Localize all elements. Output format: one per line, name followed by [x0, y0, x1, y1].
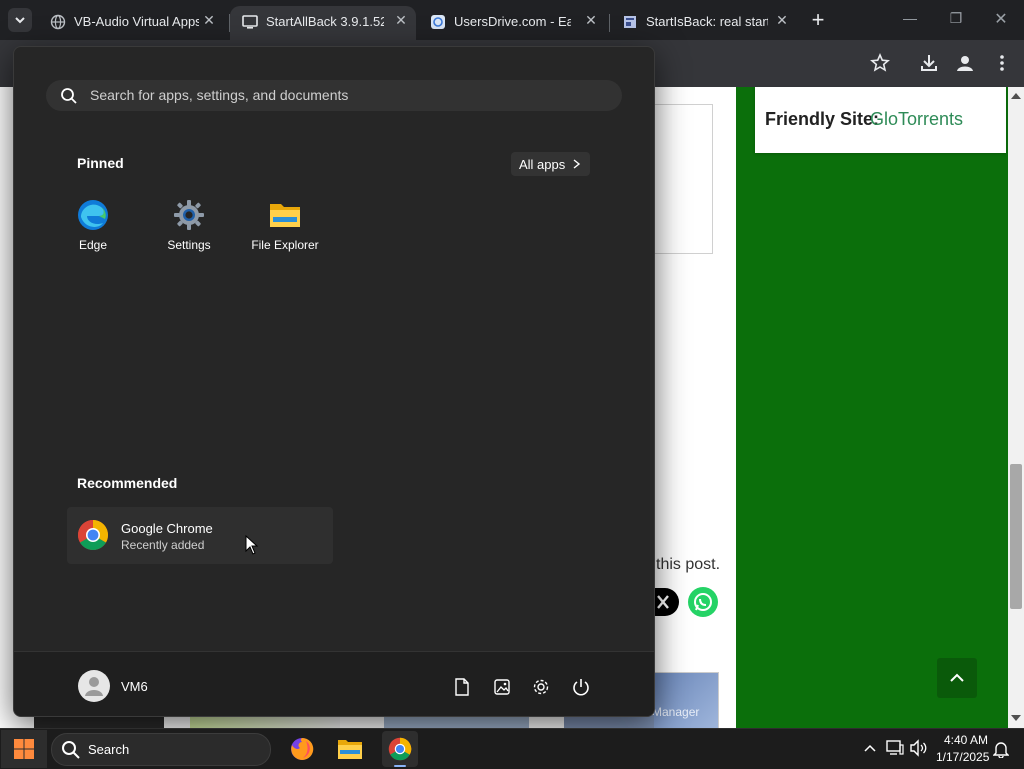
friendly-site-label: Friendly Site:: [765, 109, 880, 129]
folder-icon: [270, 204, 300, 227]
scrollbar-thumb[interactable]: [1010, 464, 1022, 609]
user-icon: [85, 677, 103, 696]
tab-vb-audio[interactable]: VB-Audio Virtual Apps ✕: [38, 6, 228, 40]
friendly-site-link[interactable]: GloTorrents: [870, 109, 963, 130]
maximize-button[interactable]: ❐: [942, 10, 970, 30]
chevron-down-icon: [15, 17, 25, 24]
user-name: VM6: [121, 679, 148, 694]
settings-gear-icon[interactable]: [532, 678, 550, 696]
taskbar-file-explorer[interactable]: [332, 731, 368, 767]
whatsapp-share-button[interactable]: [688, 587, 718, 617]
close-icon[interactable]: ✕: [774, 12, 790, 28]
search-icon: [61, 88, 77, 104]
page-scrollbar[interactable]: [1008, 87, 1024, 728]
pictures-icon[interactable]: [494, 679, 510, 695]
close-window-button[interactable]: ✕: [987, 9, 1015, 29]
start-button[interactable]: [1, 730, 47, 768]
taskbar-search-box[interactable]: Search: [51, 733, 271, 766]
taskbar: Search 4:40 AM 1/17/2025: [0, 728, 1024, 769]
volume-icon[interactable]: [909, 739, 929, 757]
network-icon[interactable]: [885, 739, 905, 757]
tab-usersdrive[interactable]: UsersDrive.com - Easy ✕: [418, 6, 608, 40]
x-share-button[interactable]: [653, 588, 679, 616]
thumbnail-image: Manager: [652, 672, 719, 730]
power-icon[interactable]: [572, 678, 590, 696]
friendly-site-card: Friendly Site: GloTorrents: [755, 87, 1006, 153]
taskbar-firefox[interactable]: [284, 731, 320, 767]
recommended-heading: Recommended: [77, 475, 178, 491]
minimize-button[interactable]: —: [896, 10, 924, 30]
sidebar-green: [736, 87, 1010, 728]
drive-icon: [431, 15, 445, 29]
x-logo-icon: [657, 595, 669, 609]
clock-date[interactable]: 1/17/2025: [936, 750, 989, 764]
tab-title: VB-Audio Virtual Apps: [74, 14, 199, 29]
firefox-icon: [291, 737, 314, 760]
scroll-top-button[interactable]: [937, 658, 977, 698]
tab-title: UsersDrive.com - Easy: [454, 14, 571, 29]
tab-startallback[interactable]: StartAllBack 3.9.1.5222 ✕: [230, 6, 416, 40]
all-apps-button[interactable]: All apps: [511, 152, 590, 176]
start-menu: Search for apps, settings, and documents…: [13, 46, 655, 717]
user-account-button[interactable]: VM6: [74, 668, 194, 704]
pinned-heading: Pinned: [77, 155, 124, 171]
pinned-app-edge[interactable]: Edge: [54, 193, 132, 259]
post-text: this post.: [656, 556, 721, 573]
folder-icon: [338, 740, 362, 759]
all-apps-label: All apps: [519, 157, 566, 172]
tab-title: StartIsBack: real start m: [646, 14, 768, 29]
tab-title: StartAllBack 3.9.1.5222: [266, 14, 384, 29]
gear-icon: [174, 200, 204, 230]
search-icon: [62, 741, 80, 759]
globe-icon: [50, 14, 66, 30]
scroll-down-arrow-icon[interactable]: [1011, 715, 1021, 723]
pinned-app-file-explorer[interactable]: File Explorer: [246, 193, 324, 259]
more-menu-icon[interactable]: [992, 53, 1012, 73]
clock-time[interactable]: 4:40 AM: [938, 733, 988, 747]
tab-search-button[interactable]: [8, 8, 32, 32]
new-tab-button[interactable]: +: [806, 8, 830, 32]
close-icon[interactable]: ✕: [393, 12, 409, 28]
close-icon[interactable]: ✕: [201, 12, 217, 28]
tab-startisback[interactable]: StartIsBack: real start m ✕: [610, 6, 800, 40]
thumbnail-caption: Manager: [652, 705, 700, 719]
star-icon[interactable]: [870, 53, 890, 73]
monitor-icon: [242, 15, 258, 29]
content-box: [653, 104, 713, 254]
scroll-up-arrow-icon[interactable]: [1011, 91, 1021, 99]
pinned-app-settings[interactable]: Settings: [150, 193, 228, 259]
chrome-icon: [388, 737, 412, 761]
chevron-up-icon: [950, 673, 964, 682]
profile-icon[interactable]: [955, 53, 975, 73]
recommended-item-chrome[interactable]: Google Chrome Recently added: [67, 507, 333, 564]
chrome-icon: [77, 520, 109, 551]
notification-bell-icon[interactable]: [993, 740, 1009, 758]
pinned-app-label: File Explorer: [251, 238, 319, 252]
browser-tab-strip: VB-Audio Virtual Apps ✕ StartAllBack 3.9…: [0, 0, 1024, 40]
start-menu-footer: VM6: [14, 651, 654, 716]
recommended-item-name: Google Chrome: [121, 521, 213, 536]
recommended-item-subtitle: Recently added: [121, 538, 205, 552]
whatsapp-icon: [694, 593, 712, 611]
active-app-indicator: [394, 765, 406, 767]
mouse-cursor-icon: [245, 535, 259, 555]
pinned-app-label: Settings: [167, 238, 211, 252]
close-icon[interactable]: ✕: [583, 12, 599, 28]
chevron-up-icon[interactable]: [864, 743, 876, 753]
start-search-box[interactable]: Search for apps, settings, and documents: [46, 80, 622, 111]
download-icon[interactable]: [919, 53, 939, 73]
chevron-right-icon: [573, 159, 581, 169]
page-icon: [624, 16, 636, 28]
edge-icon: [78, 200, 108, 230]
avatar: [78, 670, 110, 702]
taskbar-chrome[interactable]: [382, 731, 418, 767]
documents-icon[interactable]: [454, 678, 470, 696]
start-search-placeholder: Search for apps, settings, and documents: [90, 87, 349, 103]
windows-logo-icon: [14, 739, 34, 759]
taskbar-search-label: Search: [88, 742, 130, 757]
pinned-app-label: Edge: [78, 238, 108, 252]
